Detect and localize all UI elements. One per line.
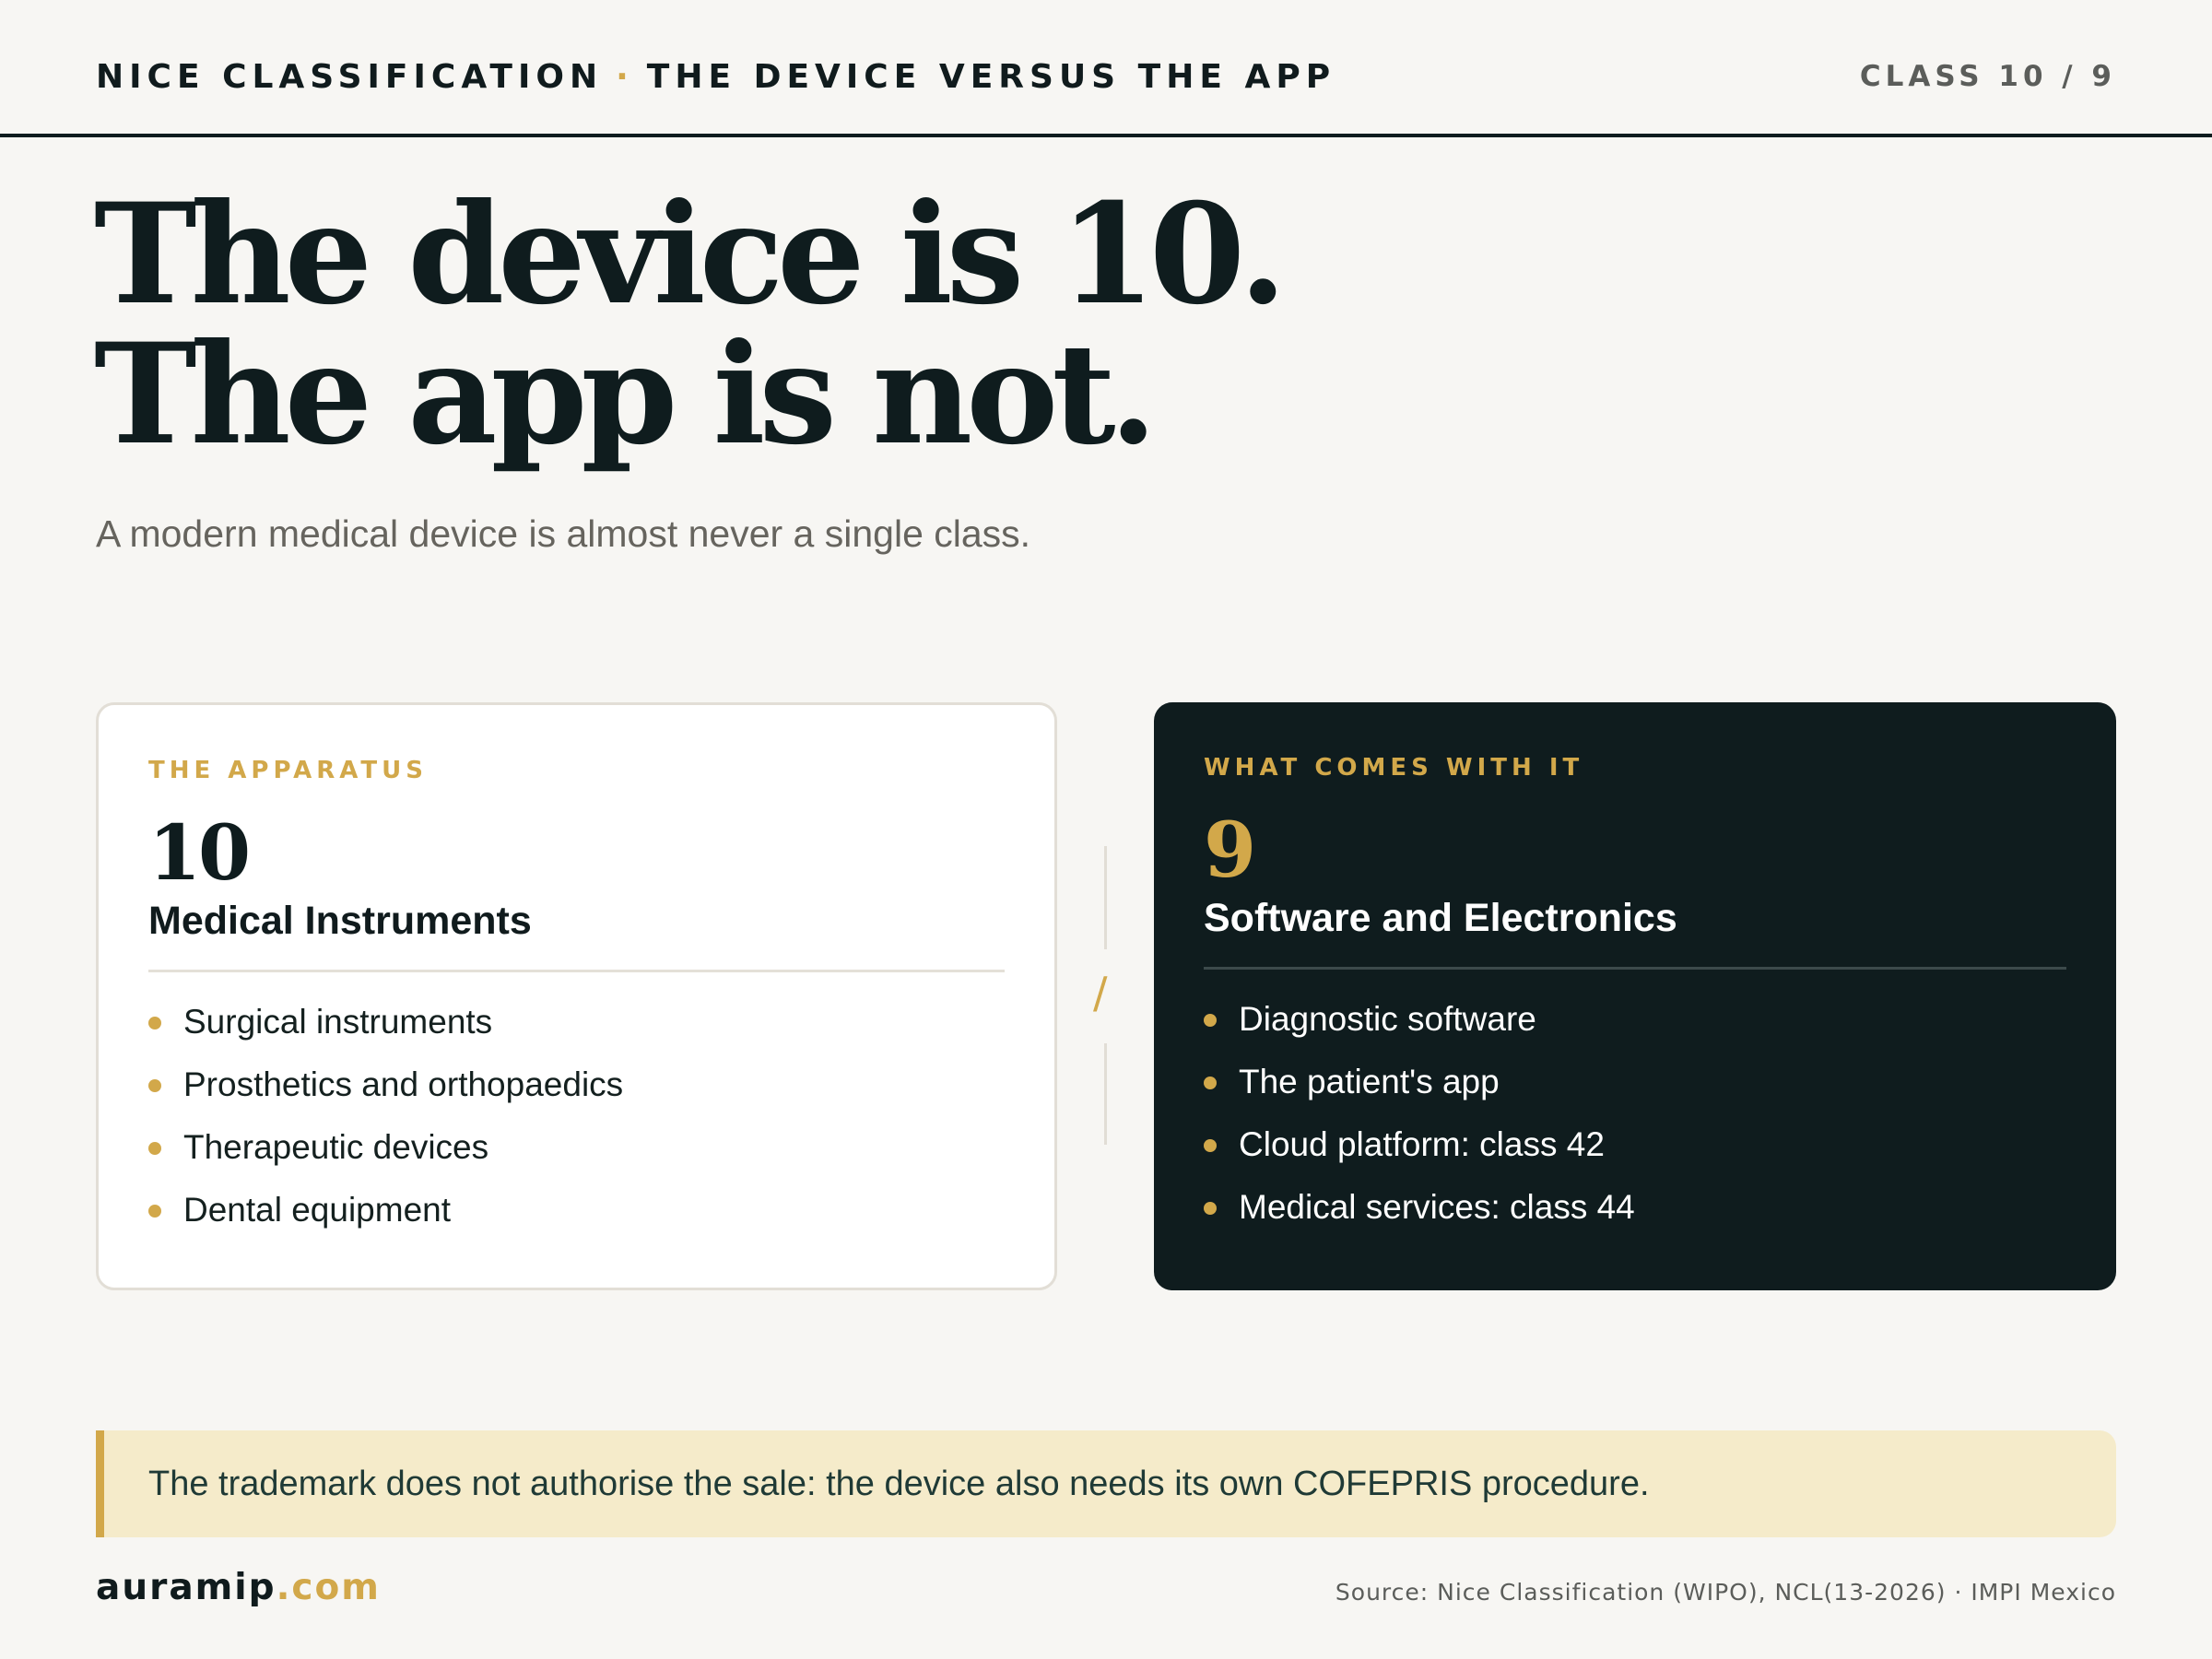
header-page-label: CLASS 10 / 9 bbox=[1859, 60, 2116, 93]
list-item: Therapeutic devices bbox=[148, 1116, 1005, 1179]
hero-line-2: The app is not. bbox=[94, 313, 1158, 476]
divider-slash-icon: / bbox=[1093, 968, 1108, 1018]
header-section-label: THE DEVICE VERSUS THE APP bbox=[646, 57, 1336, 96]
class-name: Software and Electronics bbox=[1204, 896, 1677, 940]
list-item-label: Surgical instruments bbox=[183, 1003, 493, 1041]
list-item: Diagnostic software bbox=[1204, 988, 2066, 1051]
bullet-dot-icon bbox=[1204, 1077, 1217, 1089]
list-item: Medical services: class 44 bbox=[1204, 1176, 2066, 1239]
bullet-dot-icon bbox=[148, 1205, 161, 1218]
hero-headline: The device is 10. The app is not. bbox=[94, 173, 1287, 476]
divider-line-top bbox=[1104, 846, 1107, 949]
item-list: Surgical instruments Prosthetics and ort… bbox=[148, 991, 1005, 1241]
list-item-label: The patient's app bbox=[1239, 1063, 1500, 1100]
card-eyebrow: THE APPARATUS bbox=[148, 757, 428, 784]
bullet-dot-icon bbox=[148, 1079, 161, 1092]
header-separator-dot: · bbox=[616, 57, 634, 96]
card-divider bbox=[1204, 967, 2066, 970]
header-title: NICE CLASSIFICATION · THE DEVICE VERSUS TH… bbox=[96, 58, 1335, 96]
list-item: The patient's app bbox=[1204, 1051, 2066, 1113]
list-item-label: Dental equipment bbox=[183, 1191, 452, 1229]
header-classification-label: NICE CLASSIFICATION bbox=[96, 57, 604, 96]
bullet-dot-icon bbox=[1204, 1139, 1217, 1152]
list-item-label: Cloud platform: class 42 bbox=[1239, 1125, 1605, 1163]
bullet-dot-icon bbox=[1204, 1014, 1217, 1027]
divider-line-bottom bbox=[1104, 1043, 1107, 1145]
list-item-label: Medical services: class 44 bbox=[1239, 1188, 1635, 1226]
header-divider bbox=[0, 134, 2212, 137]
card-divider bbox=[148, 970, 1005, 972]
card-eyebrow: WHAT COMES WITH IT bbox=[1204, 754, 1584, 782]
brand-logo[interactable]: auramip.com bbox=[96, 1567, 381, 1608]
bullet-dot-icon bbox=[148, 1142, 161, 1155]
bullet-dot-icon bbox=[148, 1017, 161, 1030]
list-item: Dental equipment bbox=[148, 1179, 1005, 1241]
list-item: Cloud platform: class 42 bbox=[1204, 1113, 2066, 1176]
list-item: Surgical instruments bbox=[148, 991, 1005, 1053]
list-item-label: Therapeutic devices bbox=[183, 1128, 489, 1166]
brand-domain-suffix: .com bbox=[276, 1567, 381, 1608]
bullet-dot-icon bbox=[1204, 1202, 1217, 1215]
companion-card: WHAT COMES WITH IT 9 Software and Electr… bbox=[1154, 702, 2116, 1290]
list-item: Prosthetics and orthopaedics bbox=[148, 1053, 1005, 1116]
source-note: Source: Nice Classification (WIPO), NCL(… bbox=[1335, 1579, 2116, 1606]
hero-subtitle: A modern medical device is almost never … bbox=[96, 512, 1031, 555]
brand-name: auramip bbox=[96, 1567, 276, 1608]
class-number: 9 bbox=[1204, 806, 1256, 895]
top-header: NICE CLASSIFICATION · THE DEVICE VERSUS TH… bbox=[96, 53, 2116, 100]
list-item-label: Diagnostic software bbox=[1239, 1000, 1536, 1038]
cofepris-callout: The trademark does not authorise the sal… bbox=[96, 1430, 2116, 1537]
callout-text: The trademark does not authorise the sal… bbox=[148, 1464, 1650, 1503]
hero-line-1: The device is 10. bbox=[94, 173, 1287, 335]
class-number: 10 bbox=[148, 809, 251, 898]
apparatus-card: THE APPARATUS 10 Medical Instruments Sur… bbox=[96, 702, 1057, 1290]
item-list: Diagnostic software The patient's app Cl… bbox=[1204, 988, 2066, 1239]
class-name: Medical Instruments bbox=[148, 899, 532, 943]
list-item-label: Prosthetics and orthopaedics bbox=[183, 1065, 624, 1103]
